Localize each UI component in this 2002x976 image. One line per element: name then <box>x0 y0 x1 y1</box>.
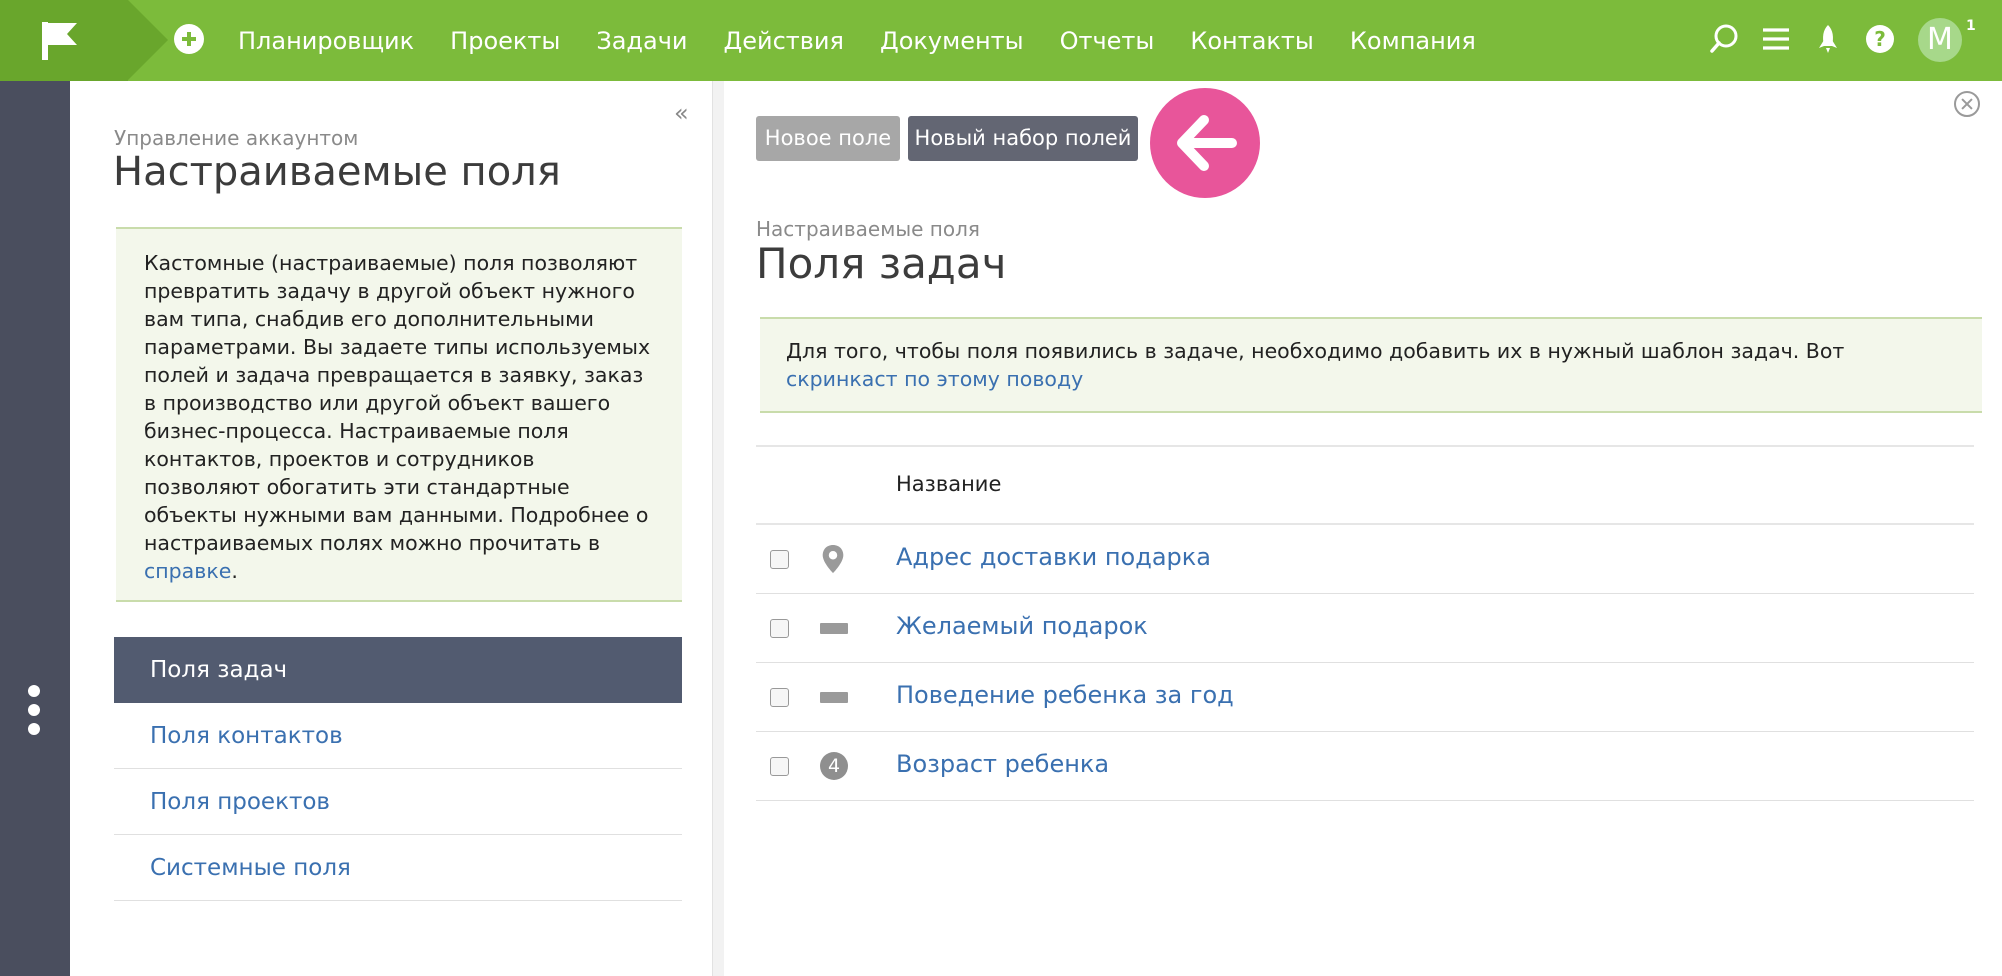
table-row: Адрес доставки подарка <box>756 525 1974 594</box>
menu-item-project-fields[interactable]: Поля проектов <box>114 769 682 835</box>
pointer-highlight <box>1150 88 1260 198</box>
menu-icon[interactable] <box>1759 22 1793 56</box>
main-content: Новое поле Новый набор полей Настраиваем… <box>724 81 2002 976</box>
left-sidebar-strip <box>0 81 70 976</box>
arrow-left-icon <box>1177 115 1237 171</box>
nav-item-actions[interactable]: Действия <box>723 27 843 55</box>
main-nav: Планировщик Проекты Задачи Действия Доку… <box>238 0 1512 81</box>
rocket-icon[interactable] <box>1811 22 1845 56</box>
nav-item-contacts[interactable]: Контакты <box>1190 27 1314 55</box>
info-text: Кастомные (настраиваемые) поля позволяют… <box>144 251 651 555</box>
notice-text: Для того, чтобы поля появились в задаче,… <box>786 339 1845 363</box>
nav-item-company[interactable]: Компания <box>1350 27 1476 55</box>
map-pin-icon <box>822 544 844 574</box>
row-checkbox[interactable] <box>770 619 789 638</box>
field-name-link[interactable]: Возраст ребенка <box>896 750 1109 778</box>
table-row: Желаемый подарок <box>756 594 1974 663</box>
collapse-panel-icon[interactable]: « <box>674 101 698 125</box>
nav-item-tasks[interactable]: Задачи <box>596 27 687 55</box>
field-name-link[interactable]: Адрес доставки подарка <box>896 543 1211 571</box>
avatar[interactable]: M <box>1918 18 1962 62</box>
settings-panel: « Управление аккаунтом Настраиваемые пол… <box>70 81 712 976</box>
nav-item-planner[interactable]: Планировщик <box>238 27 414 55</box>
top-bar: Планировщик Проекты Задачи Действия Доку… <box>0 0 2002 81</box>
menu-item-system-fields[interactable]: Системные поля <box>114 835 682 901</box>
number-field-icon: 4 <box>820 752 848 780</box>
column-header-name[interactable]: Название <box>896 472 1001 496</box>
help-icon[interactable]: ? <box>1863 22 1897 56</box>
panel-divider[interactable] <box>712 81 724 976</box>
field-name-link[interactable]: Поведение ребенка за год <box>896 681 1234 709</box>
field-name-link[interactable]: Желаемый подарок <box>896 612 1148 640</box>
text-field-icon <box>820 692 848 703</box>
nav-item-reports[interactable]: Отчеты <box>1060 27 1155 55</box>
settings-menu: Поля задач Поля контактов Поля проектов … <box>114 637 682 901</box>
table-row: Поведение ребенка за год <box>756 663 1974 732</box>
new-field-set-button[interactable]: Новый набор полей <box>908 116 1138 161</box>
row-checkbox[interactable] <box>770 688 789 707</box>
nav-item-documents[interactable]: Документы <box>880 27 1024 55</box>
menu-item-task-fields[interactable]: Поля задач <box>114 637 682 703</box>
text-field-icon <box>820 623 848 634</box>
table-row: 4 Возраст ребенка <box>756 732 1974 801</box>
menu-item-contact-fields[interactable]: Поля контактов <box>114 703 682 769</box>
nav-item-projects[interactable]: Проекты <box>450 27 560 55</box>
logo-area[interactable] <box>0 0 128 81</box>
breadcrumb: Настраиваемые поля <box>756 217 980 241</box>
notification-badge: 1 <box>1966 18 1976 34</box>
plus-icon[interactable] <box>174 24 204 54</box>
help-link[interactable]: справке <box>144 559 231 583</box>
breadcrumb: Управление аккаунтом <box>114 126 359 150</box>
row-checkbox[interactable] <box>770 757 789 776</box>
svg-text:?: ? <box>1874 27 1886 51</box>
new-field-button[interactable]: Новое поле <box>756 116 900 161</box>
notice-box: Для того, чтобы поля появились в задаче,… <box>760 317 1982 413</box>
logo-arrow-shape <box>128 0 168 80</box>
fields-table: Название Адрес доставки подарка Желаемый… <box>756 445 1974 801</box>
search-icon[interactable] <box>1707 22 1741 56</box>
screencast-link[interactable]: скринкаст по этому поводу <box>786 367 1083 391</box>
info-box: Кастомные (настраиваемые) поля позволяют… <box>116 227 682 602</box>
page-title: Поля задач <box>756 239 1007 288</box>
info-text-end: . <box>231 559 238 583</box>
row-checkbox[interactable] <box>770 550 789 569</box>
close-icon[interactable] <box>1954 91 1980 117</box>
flag-logo-icon <box>42 22 77 60</box>
table-header: Название <box>756 445 1974 525</box>
panel-title: Настраиваемые поля <box>113 149 561 195</box>
more-vertical-icon[interactable] <box>28 685 42 742</box>
